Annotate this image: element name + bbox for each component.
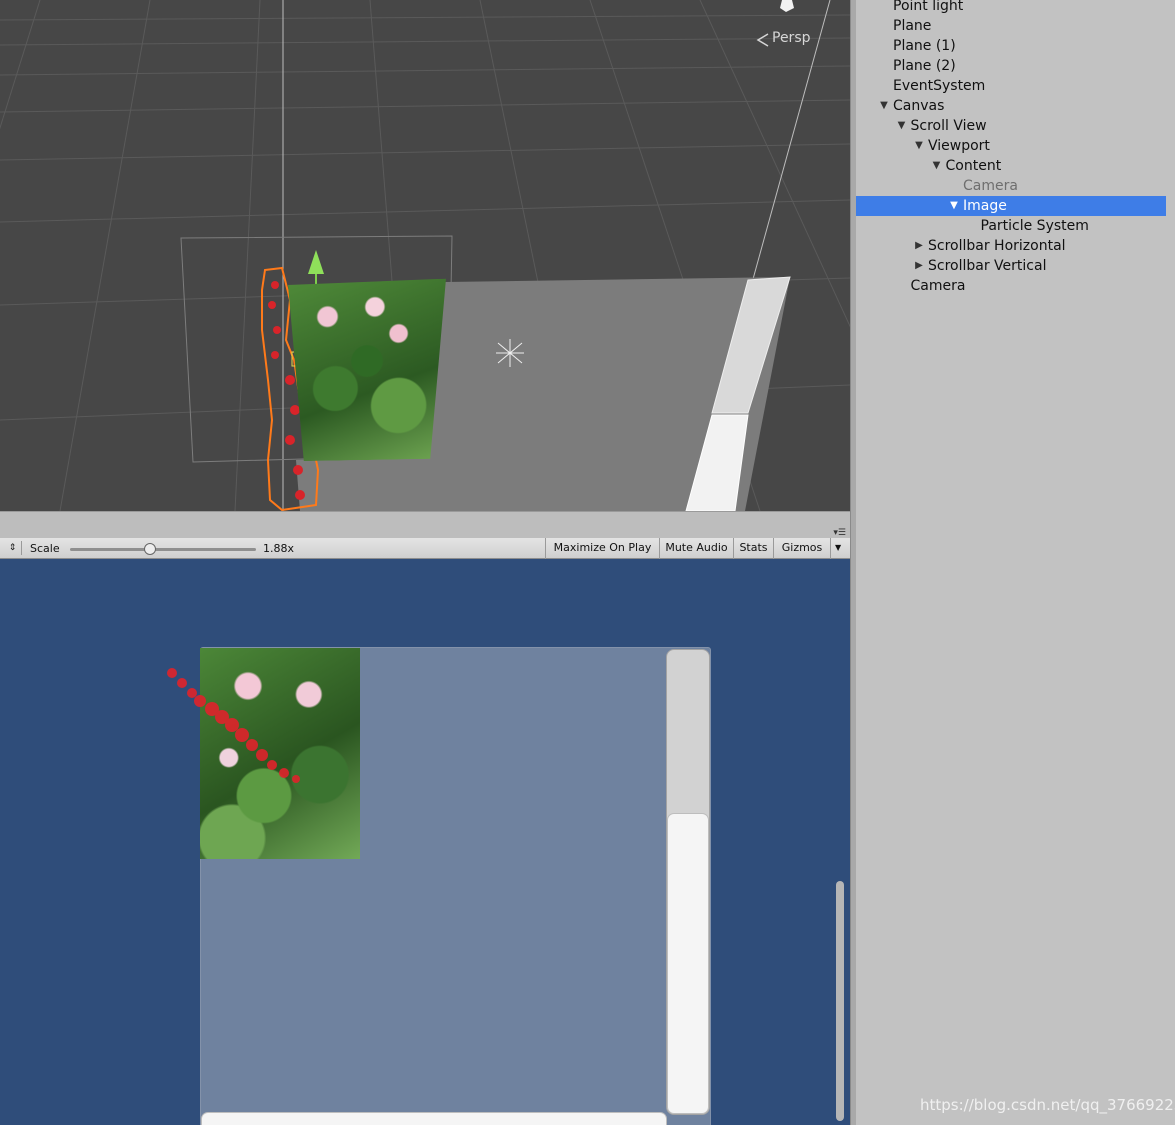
hierarchy-item-label: Camera bbox=[910, 278, 966, 294]
horizontal-scrollbar-handle[interactable] bbox=[201, 1112, 667, 1125]
hierarchy-item[interactable]: ▶ Scrollbar Horizontal bbox=[856, 236, 1166, 256]
triangle-down-icon[interactable]: ▼ bbox=[878, 96, 890, 116]
unity-editor-window: Persp ▾☰ ⇕ Scale 1.88x Maximize On Play … bbox=[0, 0, 1175, 1125]
hierarchy-item-label: Canvas bbox=[893, 98, 945, 114]
scale-label: Scale bbox=[30, 542, 60, 555]
particle-trail bbox=[167, 668, 300, 783]
triangle-right-icon[interactable]: ▶ bbox=[913, 236, 925, 256]
hierarchy-item[interactable]: Plane (1) bbox=[856, 36, 1166, 56]
persp-label[interactable]: Persp bbox=[772, 30, 811, 46]
hierarchy-item-label: EventSystem bbox=[893, 78, 986, 94]
hierarchy-item-label: Camera bbox=[963, 178, 1018, 194]
hierarchy-item[interactable]: ▼ Image bbox=[856, 196, 1166, 216]
game-view-scrollbar[interactable] bbox=[836, 881, 844, 1121]
hierarchy-item-label: Point light bbox=[893, 0, 964, 14]
hierarchy-item-label: Content bbox=[945, 158, 1002, 174]
hierarchy-item[interactable]: ▼ Viewport bbox=[856, 136, 1166, 156]
hierarchy-item[interactable]: ▼ Scroll View bbox=[856, 116, 1166, 136]
hierarchy-item[interactable]: Plane (2) bbox=[856, 56, 1166, 76]
scene-image-quad bbox=[288, 279, 446, 462]
chevron-down-icon[interactable]: ▼ bbox=[830, 538, 844, 559]
scale-value: 1.88x bbox=[263, 542, 295, 555]
game-toolbar: ⇕ Scale 1.88x Maximize On Play Mute Audi… bbox=[0, 538, 850, 559]
hierarchy-item-label: Image bbox=[963, 198, 1007, 214]
hierarchy-item-label: Plane (2) bbox=[893, 58, 956, 74]
hierarchy-item[interactable]: Point light bbox=[856, 0, 1166, 16]
maximize-on-play-button[interactable]: Maximize On Play bbox=[545, 538, 659, 559]
triangle-right-icon[interactable]: ▶ bbox=[913, 256, 925, 276]
scale-slider[interactable] bbox=[70, 548, 256, 551]
hierarchy-item-label: Scroll View bbox=[910, 118, 987, 134]
watermark: https://blog.csdn.net/qq_37669225 bbox=[920, 1096, 1175, 1114]
game-view[interactable] bbox=[0, 559, 850, 1125]
hierarchy-item-label: Viewport bbox=[928, 138, 990, 154]
hierarchy-item[interactable]: Camera bbox=[856, 276, 1166, 296]
hierarchy-item-label: Plane bbox=[893, 18, 932, 34]
triangle-down-icon[interactable]: ▼ bbox=[948, 196, 960, 216]
panel-menu-icon[interactable]: ▾☰ bbox=[833, 528, 846, 538]
scale-slider-thumb[interactable] bbox=[143, 543, 156, 555]
hierarchy-panel: Point light Plane Plane (1) Plane (2) EventS… bbox=[856, 0, 1175, 1125]
hierarchy-item-label: Plane (1) bbox=[893, 38, 956, 54]
hierarchy-item[interactable]: ▼ Canvas bbox=[856, 96, 1166, 116]
hierarchy-item[interactable]: Camera bbox=[856, 176, 1166, 196]
hierarchy-item-label: Scrollbar Vertical bbox=[928, 258, 1047, 274]
hierarchy-item[interactable]: Particle System bbox=[856, 216, 1166, 236]
triangle-down-icon[interactable]: ▼ bbox=[913, 136, 925, 156]
mute-audio-button[interactable]: Mute Audio bbox=[659, 538, 733, 559]
scene-view[interactable]: Persp bbox=[0, 0, 850, 511]
stats-button[interactable]: Stats bbox=[733, 538, 773, 559]
hierarchy-item-label: Scrollbar Horizontal bbox=[928, 238, 1066, 254]
hierarchy-item-label: Particle System bbox=[980, 218, 1089, 234]
gizmos-button[interactable]: Gizmos bbox=[773, 538, 830, 559]
hierarchy-item[interactable]: EventSystem bbox=[856, 76, 1166, 96]
hierarchy-item[interactable]: ▶ Scrollbar Vertical bbox=[856, 256, 1166, 276]
vertical-scrollbar-handle[interactable] bbox=[667, 813, 709, 1114]
triangle-down-icon[interactable]: ▼ bbox=[931, 156, 943, 176]
hierarchy-item[interactable]: Plane bbox=[856, 16, 1166, 36]
scene-game-divider[interactable]: ▾☰ bbox=[0, 511, 850, 538]
triangle-down-icon[interactable]: ▼ bbox=[896, 116, 908, 136]
hierarchy-item[interactable]: ▼ Content bbox=[856, 156, 1166, 176]
updown-arrows-icon[interactable]: ⇕ bbox=[4, 541, 22, 555]
